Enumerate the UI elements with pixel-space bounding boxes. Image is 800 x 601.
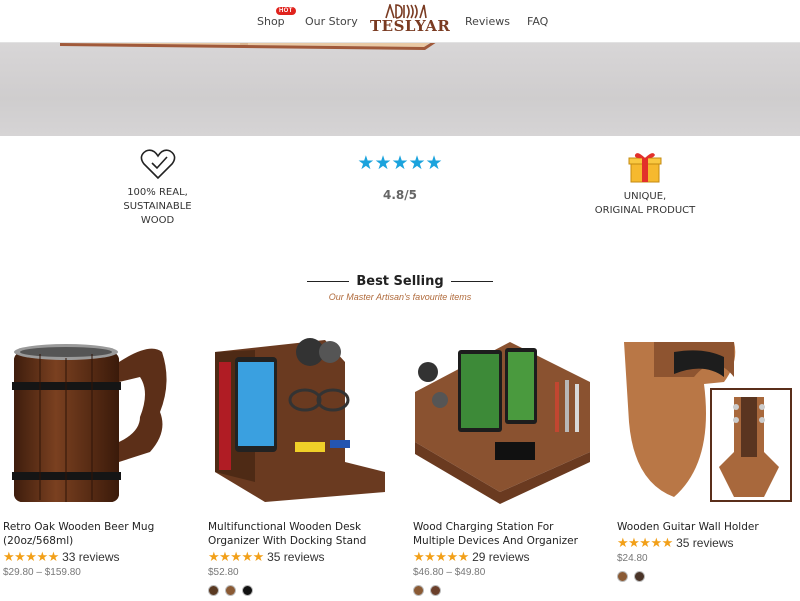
heart-check-icon	[140, 149, 175, 180]
feature-unique-product: UNIQUE, ORIGINAL PRODUCT	[590, 150, 700, 218]
product-price: $24.80	[617, 553, 648, 564]
swatch-0[interactable]	[208, 585, 219, 596]
product-rating: ★★★★★ 35 reviews	[617, 535, 733, 551]
color-swatches	[208, 583, 259, 596]
review-count: 33 reviews	[62, 550, 120, 564]
product-image-charging-station[interactable]	[410, 322, 600, 512]
product-rating: ★★★★★ 33 reviews	[3, 549, 119, 565]
heading-divider-right	[451, 281, 493, 282]
site-logo[interactable]: TESLYAR	[370, 4, 451, 40]
product-card-guitar-holder[interactable]: Wooden Guitar Wall Holder ★★★★★ 35 revie…	[614, 322, 800, 600]
best-selling-heading: Best Selling	[305, 272, 495, 290]
product-name[interactable]: Retro Oak Wooden Beer Mug (20oz/568ml)	[3, 520, 187, 548]
review-count: 35 reviews	[267, 550, 325, 564]
heading-divider-left	[307, 281, 349, 282]
hero-banner	[0, 43, 800, 136]
swatch-1[interactable]	[430, 585, 441, 596]
rating-stars: ★★★★★	[357, 152, 443, 174]
feature-wood-line2: WOOD	[140, 215, 175, 226]
gift-icon	[628, 153, 662, 183]
swatch-0[interactable]	[617, 571, 628, 582]
logo-text: TESLYAR	[370, 17, 451, 35]
product-name[interactable]: Wood Charging Station For Multiple Devic…	[413, 520, 597, 548]
hot-badge: HOT	[276, 7, 296, 15]
nav-our-story[interactable]: Our Story	[305, 15, 358, 28]
nav-faq[interactable]: FAQ	[527, 15, 548, 28]
feature-wood-line1: 100% REAL, SUSTAINABLE	[123, 187, 192, 212]
rating-stars: ★★★★★	[617, 535, 673, 550]
rating-value: 4.8/5	[383, 188, 417, 202]
color-swatches	[617, 569, 651, 582]
best-selling-title: Best Selling	[356, 274, 444, 289]
product-image-guitar-holder[interactable]	[614, 322, 800, 512]
rating-stars: ★★★★★	[208, 549, 264, 564]
product-rating: ★★★★★ 29 reviews	[413, 549, 529, 565]
feature-unique-line1: UNIQUE,	[623, 191, 667, 202]
product-card-charging-station[interactable]: Wood Charging Station For Multiple Devic…	[410, 322, 600, 600]
site-header: Shop HOT Our Story TESLYAR Reviews FAQ	[0, 0, 800, 43]
swatch-0[interactable]	[413, 585, 424, 596]
rating-stars: ★★★★★	[413, 549, 469, 564]
swatch-2[interactable]	[242, 585, 253, 596]
nav-shop[interactable]: Shop	[257, 15, 285, 28]
swatch-1[interactable]	[634, 571, 645, 582]
rating-stars: ★★★★★	[3, 549, 59, 564]
product-image-desk-organizer[interactable]	[205, 322, 395, 512]
hero-cutting-board-image	[60, 43, 436, 50]
product-card-beer-mug[interactable]: Retro Oak Wooden Beer Mug (20oz/568ml) ★…	[0, 322, 190, 600]
product-name[interactable]: Wooden Guitar Wall Holder	[617, 520, 800, 534]
product-card-desk-organizer[interactable]: Multifunctional Wooden Desk Organizer Wi…	[205, 322, 395, 600]
review-count: 29 reviews	[472, 550, 530, 564]
product-name[interactable]: Multifunctional Wooden Desk Organizer Wi…	[208, 520, 392, 548]
review-count: 35 reviews	[676, 536, 734, 550]
product-price: $52.80	[208, 567, 239, 578]
product-image-beer-mug[interactable]	[0, 322, 190, 512]
feature-sustainable-wood: 100% REAL, SUSTAINABLE WOOD	[95, 148, 220, 228]
product-price: $46.80 – $49.80	[413, 567, 486, 578]
product-rating: ★★★★★ 35 reviews	[208, 549, 324, 565]
nav-reviews[interactable]: Reviews	[465, 15, 510, 28]
feature-rating: ★★★★★ 4.8/5	[345, 154, 455, 203]
feature-unique-line2: ORIGINAL PRODUCT	[594, 205, 696, 216]
color-swatches	[413, 583, 447, 596]
best-selling-subtitle: Our Master Artisan's favourite items	[328, 292, 472, 302]
product-price: $29.80 – $159.80	[3, 567, 81, 578]
swatch-1[interactable]	[225, 585, 236, 596]
